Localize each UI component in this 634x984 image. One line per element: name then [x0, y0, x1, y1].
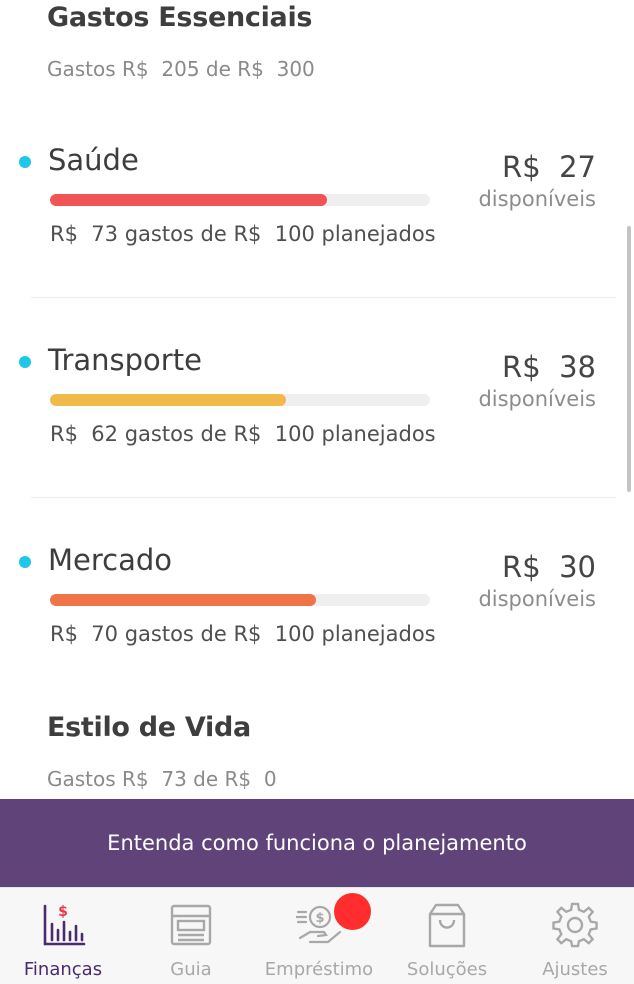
- category-dot: [19, 156, 31, 168]
- section-summary-essenciais: Gastos R$ 205 de R$ 300: [47, 57, 315, 81]
- category-spent-detail: R$ 73 gastos de R$ 100 planejados: [50, 222, 436, 246]
- tab-label: Guia: [170, 959, 212, 980]
- category-available-amount: R$ 27: [502, 150, 596, 184]
- guide-document-icon: [170, 904, 212, 946]
- finance-chart-icon: $: [43, 904, 86, 946]
- category-available-label: disponíveis: [478, 187, 596, 211]
- category-name: Mercado: [48, 543, 173, 577]
- category-name: Saúde: [48, 143, 139, 177]
- tab-label: Empréstimo: [264, 959, 374, 980]
- category-row-transporte[interactable]: Transporte R$ 38 disponíveis R$ 62 gasto…: [0, 330, 634, 530]
- svg-text:$: $: [315, 911, 324, 926]
- svg-text:$: $: [58, 904, 68, 920]
- category-dot: [19, 556, 31, 568]
- category-spent-detail: R$ 70 gastos de R$ 100 planejados: [50, 622, 436, 646]
- banner-text: Entenda como funciona o planejamento: [107, 831, 527, 855]
- category-available-label: disponíveis: [478, 587, 596, 611]
- category-progress-bar: [50, 594, 430, 606]
- shopping-bag-icon: [428, 903, 466, 948]
- category-progress-bar: [50, 194, 430, 206]
- scrollbar[interactable]: [627, 226, 631, 492]
- category-available-amount: R$ 38: [502, 350, 596, 384]
- section-title-essenciais: Gastos Essenciais: [47, 2, 313, 33]
- category-spent-detail: R$ 62 gastos de R$ 100 planejados: [50, 422, 436, 446]
- category-available-amount: R$ 30: [502, 550, 596, 584]
- section-summary-estilo-de-vida: Gastos R$ 73 de R$ 0: [47, 767, 277, 791]
- category-progress-fill: [50, 594, 316, 606]
- notification-badge: [334, 893, 371, 930]
- tab-guia[interactable]: Guia: [131, 888, 251, 984]
- tab-financas[interactable]: $ Finanças: [3, 888, 123, 984]
- category-row-mercado[interactable]: Mercado R$ 30 disponíveis R$ 70 gastos d…: [0, 530, 634, 730]
- category-row-saude[interactable]: Saúde R$ 27 disponíveis R$ 73 gastos de …: [0, 130, 634, 330]
- section-title-estilo-de-vida: Estilo de Vida: [47, 712, 251, 743]
- divider: [31, 497, 616, 498]
- category-available-label: disponíveis: [478, 387, 596, 411]
- category-progress-fill: [50, 394, 286, 406]
- category-progress-bar: [50, 394, 430, 406]
- tab-label: Ajustes: [542, 959, 608, 980]
- category-dot: [19, 356, 31, 368]
- category-progress-fill: [50, 194, 328, 206]
- divider: [31, 297, 616, 298]
- tab-solucoes[interactable]: Soluções: [387, 888, 507, 984]
- tab-ajustes[interactable]: Ajustes: [515, 888, 634, 984]
- tab-label: Finanças: [23, 959, 103, 980]
- gear-icon: [552, 902, 598, 948]
- tab-label: Soluções: [406, 959, 488, 980]
- category-name: Transporte: [48, 343, 202, 377]
- bottom-tab-bar: $ Finanças Guia $ Empréstimo Soluções Aj…: [0, 887, 634, 984]
- planning-info-banner[interactable]: Entenda como funciona o planejamento: [0, 799, 634, 887]
